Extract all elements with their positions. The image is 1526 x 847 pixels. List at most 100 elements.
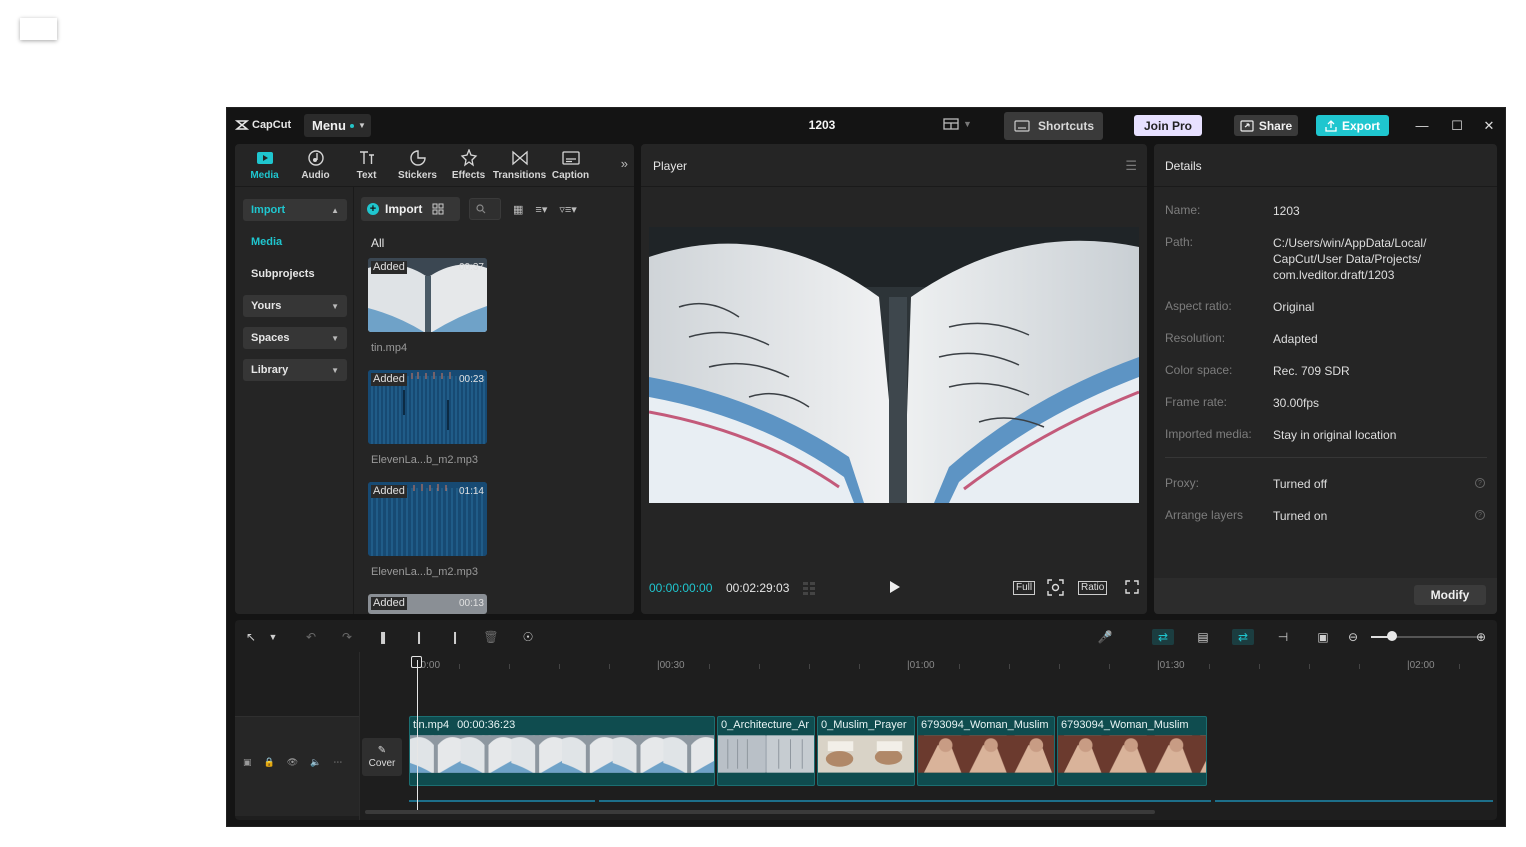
play-icon[interactable] [889, 580, 901, 594]
help-icon[interactable]: ? [1475, 478, 1485, 488]
hamburger-icon[interactable]: ☰ [1125, 158, 1137, 174]
tab-stickers[interactable]: Stickers [392, 144, 443, 186]
export-button[interactable]: Export [1316, 115, 1389, 136]
detail-value: Original [1273, 300, 1315, 314]
microphone-icon[interactable]: 🎤 [1097, 629, 1113, 645]
filter-icon[interactable]: ▿≡▾ [559, 203, 576, 216]
details-panel: Details Name: 1203 Path: C:/Users/win/Ap… [1154, 144, 1497, 614]
redo-icon[interactable]: ↷ [339, 629, 355, 645]
main-track-magnet-icon[interactable]: ⇄ [1152, 629, 1174, 645]
preview-axis-icon[interactable]: ⊣ [1275, 629, 1291, 645]
edit-pencil-icon: ✎ [377, 745, 387, 756]
split-right-icon[interactable]: ❙ [447, 629, 463, 645]
tab-audio[interactable]: Audio [290, 144, 341, 186]
timeline-scrollbar[interactable] [365, 810, 1155, 814]
ruler-tick [1259, 664, 1260, 669]
linkage-icon[interactable]: ⇄ [1232, 629, 1254, 645]
more-icon[interactable]: ⋯ [333, 757, 342, 768]
import-button[interactable]: + Import [361, 197, 460, 221]
select-cursor-icon[interactable]: ↖ [243, 629, 259, 645]
speaker-icon[interactable]: 🔈 [310, 757, 321, 768]
sidebar-item-library[interactable]: Library ▼ [243, 359, 347, 381]
zoom-slider-knob[interactable] [1387, 631, 1397, 641]
sidebar-item-yours[interactable]: Yours ▼ [243, 295, 347, 317]
delete-icon[interactable]: 🗑 [483, 629, 499, 645]
media-duration: 00:37 [458, 262, 484, 273]
detail-value: Adapted [1273, 332, 1318, 346]
clip-woman-muslim-1[interactable]: 6793094_Woman_Muslim [917, 716, 1055, 786]
crop-focus-icon[interactable] [1047, 579, 1064, 596]
media-sidebar: Import ▲ Media Subprojects Yours ▼ Space… [235, 187, 354, 614]
menu-label: Menu [312, 118, 346, 133]
media-thumbnail-video[interactable]: Added 00:37 [368, 258, 487, 332]
undo-icon[interactable]: ↶ [303, 629, 319, 645]
tab-media[interactable]: Media [239, 144, 290, 186]
zoom-out-icon[interactable]: ⊖ [1345, 629, 1361, 645]
clip-name: 6793094_Woman_Muslim [1061, 719, 1189, 731]
maximize-icon[interactable]: ☐ [1448, 117, 1466, 135]
tab-effects[interactable]: Effects [443, 144, 494, 186]
sidebar-item-media[interactable]: Media [243, 231, 347, 253]
chevron-down-icon[interactable]: ▼ [265, 629, 281, 645]
split-icon[interactable]: ❚ [375, 629, 391, 645]
chevron-right-double-icon[interactable]: » [621, 156, 628, 171]
cover-button[interactable]: ✎ Cover [362, 738, 402, 776]
close-icon[interactable]: ✕ [1480, 117, 1498, 135]
clip-header: 0_Muslim_Prayer [821, 719, 907, 731]
sidebar-item-import[interactable]: Import ▲ [243, 199, 347, 221]
ruler-tick [1309, 664, 1310, 669]
layout-button[interactable]: ▼ [943, 118, 972, 130]
project-title: 1203 [808, 118, 836, 132]
media-thumbnail-audio[interactable]: Added 00:23 [368, 370, 487, 444]
menu-notification-dot [349, 123, 354, 128]
clip-tin[interactable]: tin.mp4 00:00:36:23 [409, 716, 715, 786]
timeline-panel: ↖ ▼ ↶ ↷ ❚ ❙ ❙ 🗑 ☉ 🎤 ⇄ ▤ ⇄ ⊣ ▣ ⊖ ⊕ 00:00 … [235, 620, 1497, 820]
lock-icon[interactable]: 🔒 [264, 757, 275, 768]
minimize-icon[interactable]: — [1413, 117, 1431, 135]
tab-text[interactable]: Text [341, 144, 392, 186]
ruler-label: |01:30 [1157, 660, 1185, 671]
sort-icon[interactable]: ≡▾ [535, 203, 547, 216]
media-thumbnail-audio[interactable]: Added 01:14 [368, 482, 487, 556]
share-button[interactable]: Share [1234, 115, 1298, 136]
ruler-tick [1459, 664, 1460, 669]
tab-caption[interactable]: Caption [545, 144, 596, 186]
ratio-button[interactable]: Ratio [1078, 581, 1108, 595]
split-left-icon[interactable]: ❙ [411, 629, 427, 645]
audio-track-line[interactable] [599, 800, 1211, 802]
details-title: Details [1165, 159, 1202, 173]
search-input[interactable] [469, 198, 501, 220]
media-thumbnail-video[interactable]: Added 00:13 [368, 594, 487, 614]
help-icon[interactable]: ? [1475, 510, 1485, 520]
join-pro-button[interactable]: Join Pro [1134, 115, 1202, 136]
audio-track-line[interactable] [409, 800, 595, 802]
audio-track-line[interactable] [1215, 800, 1493, 802]
full-button[interactable]: Full [1013, 581, 1036, 595]
cover-label: Cover [368, 758, 396, 769]
fullscreen-icon[interactable] [1125, 580, 1139, 594]
detail-label: Color space: [1165, 363, 1233, 377]
sidebar-item-subprojects[interactable]: Subprojects [243, 263, 347, 285]
clip-architecture[interactable]: 0_Architecture_Ar [717, 716, 815, 786]
auto-snap-icon[interactable]: ▤ [1195, 629, 1211, 645]
tab-transitions[interactable]: Transitions [493, 144, 546, 186]
sidebar-item-spaces[interactable]: Spaces ▼ [243, 327, 347, 349]
ruler-label: |02:00 [1407, 660, 1435, 671]
clip-muslim-prayer[interactable]: 0_Muslim_Prayer [817, 716, 915, 786]
shield-icon[interactable]: ☉ [520, 629, 536, 645]
track-thumbnail-icon[interactable]: ▣ [243, 757, 252, 768]
shortcuts-button[interactable]: Shortcuts [1004, 112, 1103, 140]
clip-woman-muslim-2[interactable]: 6793094_Woman_Muslim [1057, 716, 1207, 786]
modify-button[interactable]: Modify [1414, 585, 1486, 605]
view-toggle-icon[interactable]: ▦ [513, 203, 523, 216]
eye-icon[interactable]: 👁 [287, 757, 298, 768]
fit-timeline-icon[interactable]: ▣ [1315, 629, 1331, 645]
media-name: tin.mp4 [371, 342, 408, 354]
menu-button[interactable]: Menu ▼ [304, 114, 371, 137]
added-badge: Added [371, 261, 407, 274]
video-preview[interactable] [649, 227, 1139, 503]
chevron-down-icon: ▼ [963, 119, 972, 129]
playhead-line[interactable] [417, 660, 418, 810]
timeline-ruler[interactable]: 00:00 |00:30 |01:00 |01:30 |02:00 [359, 652, 1497, 678]
zoom-in-icon[interactable]: ⊕ [1473, 629, 1489, 645]
